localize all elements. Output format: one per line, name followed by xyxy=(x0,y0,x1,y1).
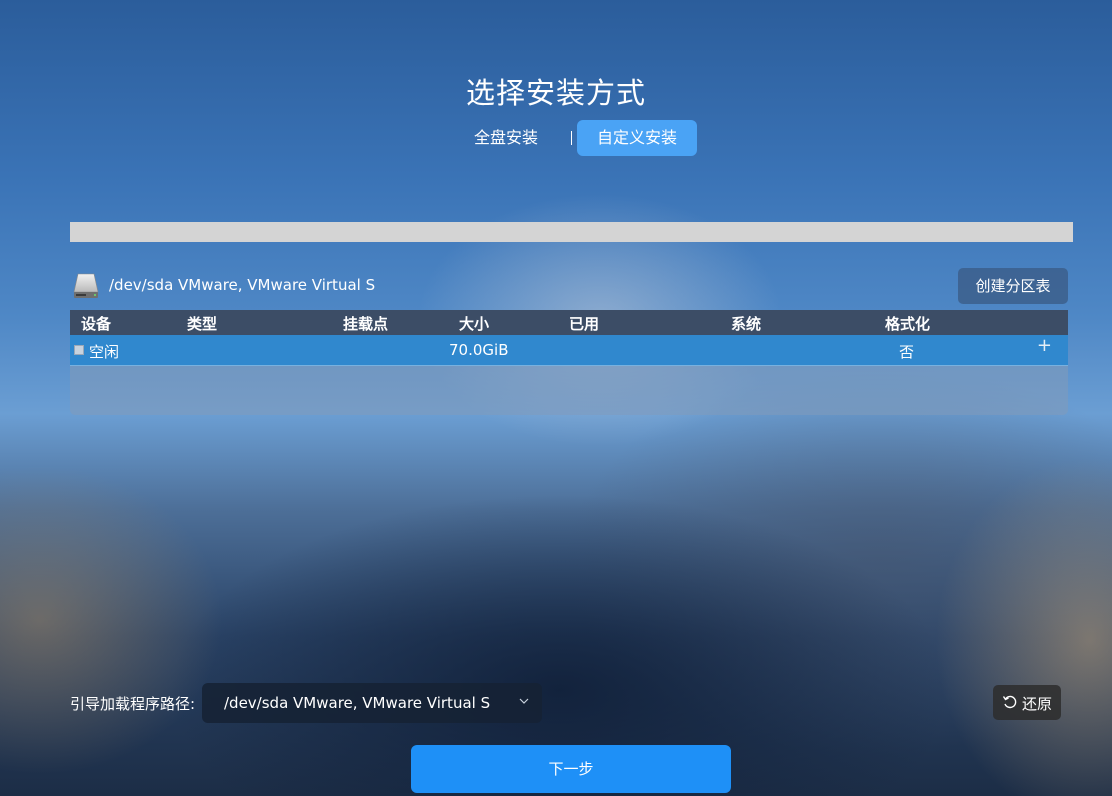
bootloader-label: 引导加载程序路径: xyxy=(70,695,196,713)
add-partition-icon[interactable]: + xyxy=(1037,335,1052,356)
hard-drive-icon xyxy=(73,273,99,298)
cell-size: 70.0GiB xyxy=(449,341,509,359)
row-checkbox[interactable] xyxy=(74,345,84,355)
column-header-system: 系统 xyxy=(731,315,762,333)
bootloader-selected-value: /dev/sda VMware, VMware Virtual S xyxy=(224,694,491,712)
cell-format: 否 xyxy=(899,343,915,361)
disk-usage-bar xyxy=(70,222,1073,242)
next-button[interactable]: 下一步 xyxy=(411,745,731,793)
page-title: 选择安装方式 xyxy=(465,76,646,110)
create-partition-table-button[interactable]: 创建分区表 xyxy=(958,268,1068,304)
install-mode-tabs: 全盘安装 自定义安装 xyxy=(0,120,1112,156)
bootloader-select[interactable]: /dev/sda VMware, VMware Virtual S xyxy=(202,683,542,723)
undo-icon xyxy=(1002,695,1017,709)
disk-label: /dev/sda VMware, VMware Virtual S xyxy=(109,276,376,294)
chevron-down-icon xyxy=(519,698,529,704)
tab-full-disk-install[interactable]: 全盘安装 xyxy=(450,120,562,156)
restore-label: 还原 xyxy=(1022,695,1053,713)
cell-device: 空闲 xyxy=(89,343,120,361)
table-row[interactable]: 空闲 70.0GiB 否 + xyxy=(70,335,1068,366)
partition-table: 设备 类型 挂载点 大小 已用 系统 格式化 空闲 70.0GiB 否 + xyxy=(70,310,1068,415)
column-header-format: 格式化 xyxy=(885,315,931,333)
column-header-size: 大小 xyxy=(459,315,490,333)
tab-custom-install[interactable]: 自定义安装 xyxy=(577,120,697,156)
column-header-device: 设备 xyxy=(81,315,112,333)
tab-divider xyxy=(571,131,572,145)
table-header: 设备 类型 挂载点 大小 已用 系统 格式化 xyxy=(70,310,1068,335)
restore-button[interactable]: 还原 xyxy=(993,685,1061,720)
column-header-used: 已用 xyxy=(569,315,600,333)
column-header-type: 类型 xyxy=(187,315,218,333)
column-header-mount: 挂载点 xyxy=(343,315,389,333)
disk-header: /dev/sda VMware, VMware Virtual S 创建分区表 xyxy=(70,268,1068,304)
